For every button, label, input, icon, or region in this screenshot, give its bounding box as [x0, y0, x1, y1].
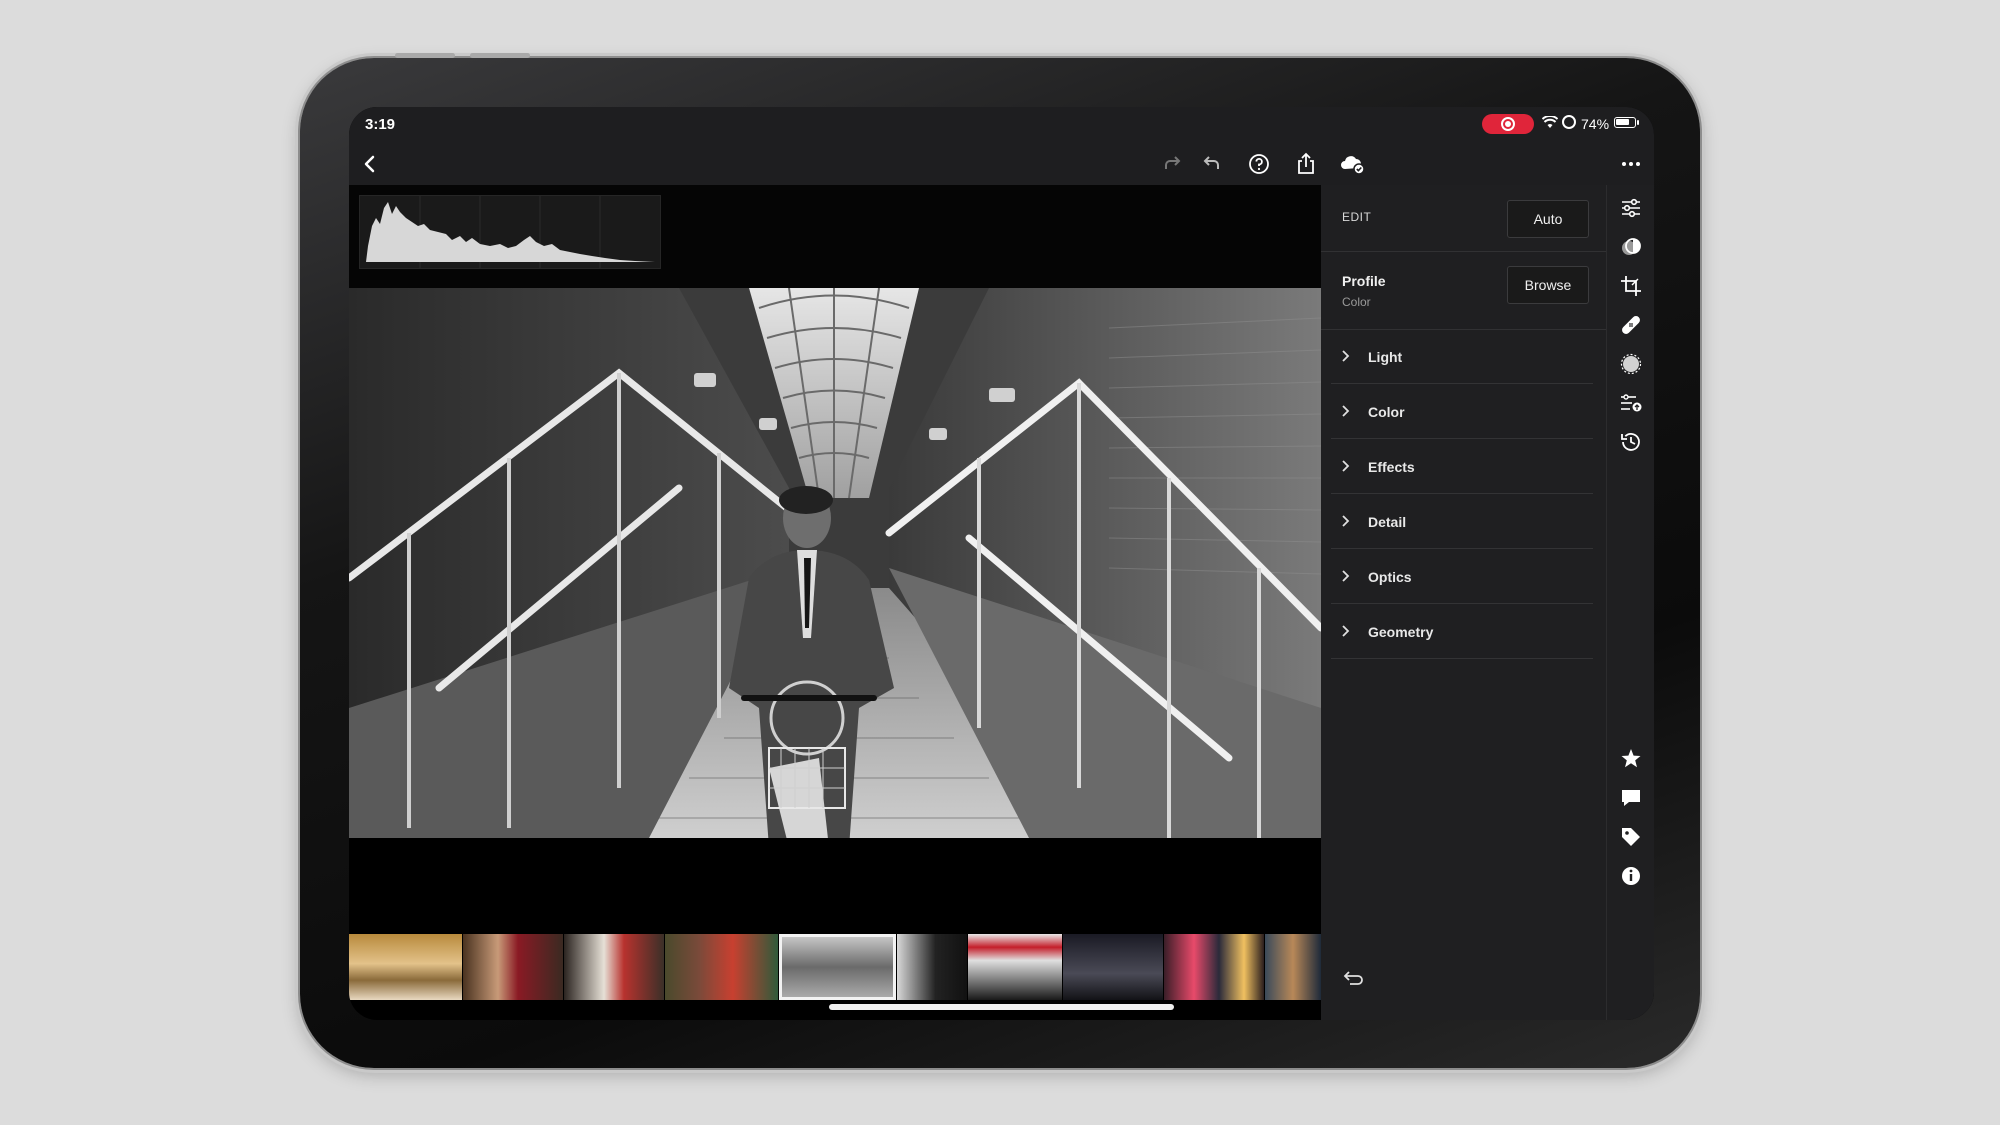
- divider: [1331, 438, 1593, 439]
- chevron-right-icon: [1337, 348, 1353, 364]
- more-icon[interactable]: [1616, 149, 1646, 179]
- divider: [1331, 383, 1593, 384]
- section-optics[interactable]: Optics: [1321, 550, 1593, 604]
- filmstrip-thumbnail[interactable]: [665, 934, 778, 1000]
- edit-panel: EDIT Auto Profile Color Browse Light Col…: [1321, 185, 1606, 1020]
- cloud-sync-icon[interactable]: [1337, 149, 1367, 179]
- filmstrip-thumbnail[interactable]: [564, 934, 664, 1000]
- section-detail[interactable]: Detail: [1321, 495, 1593, 549]
- tag-icon[interactable]: [1618, 824, 1644, 850]
- divider: [1331, 493, 1593, 494]
- filmstrip-thumbnail[interactable]: [968, 934, 1062, 1000]
- presets-icon[interactable]: [1618, 234, 1644, 260]
- orientation-lock-icon: [1562, 115, 1576, 129]
- battery-level: [1616, 119, 1629, 125]
- section-label: Detail: [1368, 514, 1407, 530]
- filmstrip-thumbnail[interactable]: [897, 934, 967, 1000]
- rating-star-icon[interactable]: [1618, 746, 1644, 772]
- comment-icon[interactable]: [1618, 785, 1644, 811]
- section-label: Effects: [1368, 459, 1415, 475]
- filmstrip-thumbnail[interactable]: [1164, 934, 1264, 1000]
- chevron-right-icon: [1337, 403, 1353, 419]
- photo-viewer[interactable]: [349, 185, 1321, 838]
- filmstrip-thumbnail[interactable]: [1265, 934, 1321, 1000]
- versions-icon[interactable]: [1618, 390, 1644, 416]
- divider: [1331, 548, 1593, 549]
- wifi-icon: [1542, 116, 1558, 128]
- home-indicator[interactable]: [829, 1004, 1174, 1010]
- section-color[interactable]: Color: [1321, 385, 1593, 439]
- edit-sliders-icon[interactable]: [1618, 195, 1644, 221]
- tool-rail: [1606, 185, 1654, 1020]
- top-button: [470, 53, 530, 58]
- filmstrip[interactable]: [349, 934, 1321, 1000]
- masking-icon[interactable]: [1618, 351, 1644, 377]
- top-button: [395, 53, 455, 58]
- filmstrip-thumbnail[interactable]: [349, 934, 462, 1000]
- divider: [1321, 251, 1606, 252]
- histogram: [359, 195, 661, 269]
- browse-profiles-button[interactable]: Browse: [1507, 266, 1589, 304]
- healing-icon[interactable]: [1618, 312, 1644, 338]
- edit-panel-title: EDIT: [1342, 210, 1372, 224]
- divider: [1331, 603, 1593, 604]
- crop-icon[interactable]: [1618, 273, 1644, 299]
- profile-label: Profile: [1342, 273, 1386, 289]
- history-icon[interactable]: [1618, 429, 1644, 455]
- chevron-right-icon: [1337, 568, 1353, 584]
- redo-icon[interactable]: [1157, 149, 1187, 179]
- filmstrip-thumbnail[interactable]: [1063, 934, 1163, 1000]
- chevron-right-icon: [1337, 623, 1353, 639]
- filmstrip-thumbnail-selected[interactable]: [779, 934, 896, 1000]
- reset-icon[interactable]: [1340, 967, 1364, 991]
- battery-percent: 74%: [1581, 116, 1610, 132]
- chevron-right-icon: [1337, 458, 1353, 474]
- screen: 3:19 74% EDIT Auto Profile Color Browse …: [349, 107, 1654, 1020]
- chevron-right-icon: [1337, 513, 1353, 529]
- profile-value: Color: [1342, 295, 1371, 309]
- section-geometry[interactable]: Geometry: [1321, 605, 1593, 659]
- section-label: Optics: [1368, 569, 1412, 585]
- section-label: Geometry: [1368, 624, 1434, 640]
- section-label: Color: [1368, 404, 1405, 420]
- filmstrip-thumbnail[interactable]: [463, 934, 563, 1000]
- battery-nub: [1637, 120, 1639, 125]
- auto-button[interactable]: Auto: [1507, 200, 1589, 238]
- section-label: Light: [1368, 349, 1403, 365]
- battery-icon: [1614, 117, 1636, 128]
- status-bar: 3:19 74%: [349, 107, 1654, 145]
- status-time: 3:19: [365, 116, 396, 133]
- top-toolbar: [349, 145, 1654, 185]
- section-light[interactable]: Light: [1321, 330, 1593, 384]
- back-icon[interactable]: [355, 149, 385, 179]
- screen-recording-indicator[interactable]: [1482, 114, 1534, 134]
- divider: [1331, 658, 1593, 659]
- info-icon[interactable]: [1618, 863, 1644, 889]
- section-effects[interactable]: Effects: [1321, 440, 1593, 494]
- record-icon: [1501, 117, 1515, 131]
- share-icon[interactable]: [1291, 149, 1321, 179]
- edited-photo[interactable]: [349, 288, 1321, 838]
- help-icon[interactable]: [1244, 149, 1274, 179]
- undo-icon[interactable]: [1197, 149, 1227, 179]
